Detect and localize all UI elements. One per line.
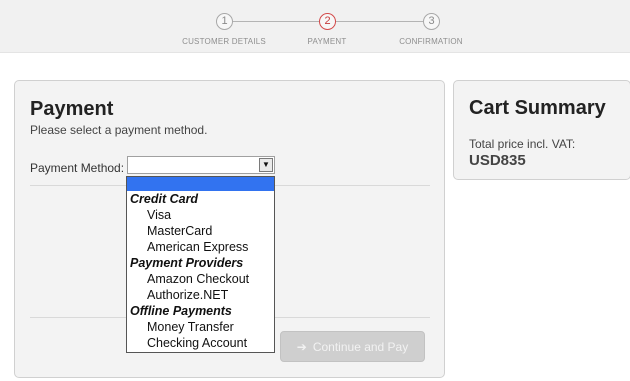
cart-summary-panel: Cart Summary Total price incl. VAT: USD8… xyxy=(453,80,630,180)
payment-method-dropdown[interactable]: Credit Card Visa MasterCard American Exp… xyxy=(126,176,275,353)
payment-method-label: Payment Method: xyxy=(30,161,125,175)
step-1-circle: 1 xyxy=(216,13,233,30)
dropdown-option-american-express[interactable]: American Express xyxy=(127,239,274,255)
dropdown-option-authorize-net[interactable]: Authorize.NET xyxy=(127,287,274,303)
payment-title: Payment xyxy=(30,98,114,120)
step-3-circle: 3 xyxy=(423,13,440,30)
dropdown-option-checking-account[interactable]: Checking Account xyxy=(127,335,274,351)
cart-summary-title: Cart Summary xyxy=(469,97,606,119)
step-2-label: PAYMENT xyxy=(307,37,347,46)
step-1-label: CUSTOMER DETAILS xyxy=(182,37,266,46)
payment-method-select[interactable]: ▼ xyxy=(127,156,275,174)
dropdown-option-mastercard[interactable]: MasterCard xyxy=(127,223,274,239)
chevron-down-icon[interactable]: ▼ xyxy=(259,158,273,172)
dropdown-option-money-transfer[interactable]: Money Transfer xyxy=(127,319,274,335)
dropdown-group-credit-card: Credit Card xyxy=(130,192,199,206)
arrow-right-icon: ➔ xyxy=(296,339,307,354)
total-price-label: Total price incl. VAT: xyxy=(469,137,576,151)
step-connector xyxy=(232,21,319,22)
continue-button-label: Continue and Pay xyxy=(312,339,409,354)
step-2-circle: 2 xyxy=(319,13,336,30)
total-price-value: USD835 xyxy=(469,152,526,169)
dropdown-option-empty[interactable] xyxy=(127,177,274,191)
dropdown-option-visa[interactable]: Visa xyxy=(127,207,274,223)
continue-and-pay-button[interactable]: ➔ Continue and Pay xyxy=(280,331,425,362)
payment-subtitle: Please select a payment method. xyxy=(30,123,208,137)
checkout-stepper: 1 CUSTOMER DETAILS 2 PAYMENT 3 CONFIRMAT… xyxy=(0,0,630,53)
dropdown-option-amazon-checkout[interactable]: Amazon Checkout xyxy=(127,271,274,287)
step-connector xyxy=(335,21,423,22)
dropdown-group-payment-providers: Payment Providers xyxy=(130,256,244,270)
step-3-label: CONFIRMATION xyxy=(399,37,463,46)
dropdown-group-offline-payments: Offline Payments xyxy=(130,304,232,318)
